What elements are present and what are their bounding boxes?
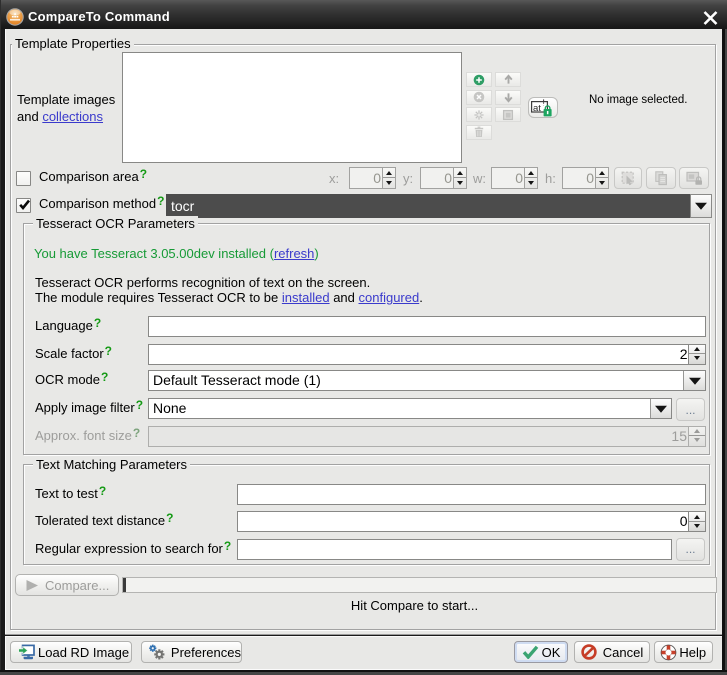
svg-text:at: at — [533, 103, 541, 114]
